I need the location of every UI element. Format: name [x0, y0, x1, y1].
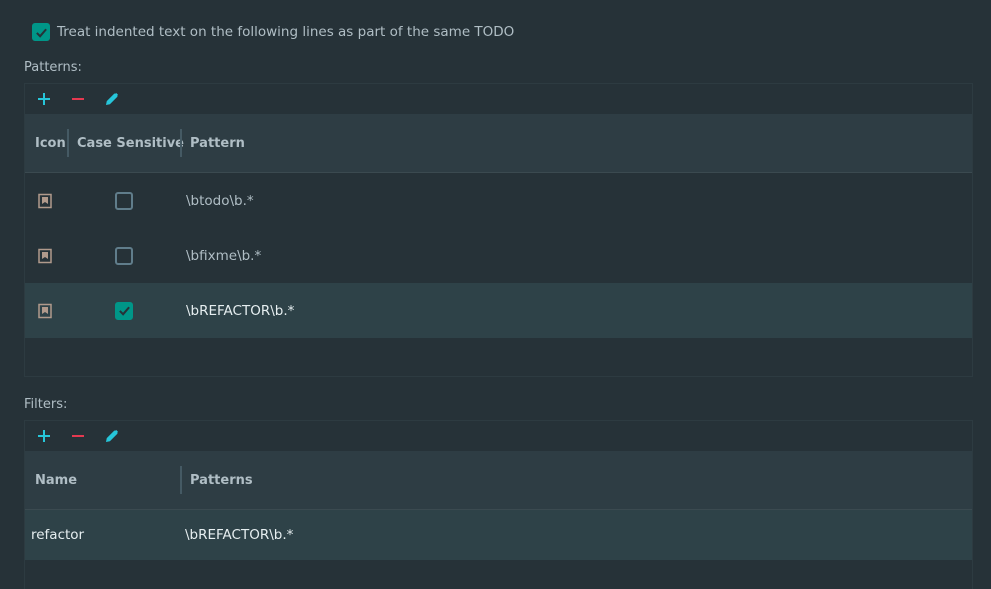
minus-icon	[72, 435, 84, 437]
column-header-case-sensitive[interactable]: Case Sensitive	[77, 114, 184, 173]
edit-pattern-button[interactable]	[103, 90, 121, 108]
edit-filter-button[interactable]	[103, 427, 121, 445]
pencil-icon	[105, 92, 119, 106]
add-pattern-button[interactable]	[35, 90, 53, 108]
pattern-row-refactor[interactable]: \bREFACTOR\b.*	[25, 283, 972, 338]
filters-toolbar	[25, 421, 972, 451]
patterns-panel: Icon Case Sensitive Pattern \btodo\b.* \…	[24, 83, 973, 377]
filters-panel: Name Patterns refactor \bREFACTOR\b.*	[24, 420, 973, 589]
case-sensitive-checkbox[interactable]	[115, 191, 133, 210]
column-resize-handle[interactable]	[67, 129, 69, 157]
checkmark-icon	[118, 306, 130, 316]
column-header-pattern[interactable]: Pattern	[190, 114, 245, 173]
pattern-row-todo[interactable]: \btodo\b.*	[25, 173, 972, 228]
pencil-icon	[105, 429, 119, 443]
pattern-text: \bREFACTOR\b.*	[186, 302, 295, 319]
todo-bookmark-icon	[38, 193, 52, 208]
filter-patterns: \bREFACTOR\b.*	[185, 527, 294, 543]
treat-indented-checkbox-row[interactable]: Treat indented text on the following lin…	[32, 23, 514, 41]
column-header-icon[interactable]: Icon	[35, 114, 66, 173]
plus-icon	[38, 430, 50, 442]
treat-indented-label: Treat indented text on the following lin…	[57, 24, 515, 40]
filter-row-refactor[interactable]: refactor \bREFACTOR\b.*	[25, 510, 972, 560]
checkmark-icon	[35, 28, 47, 38]
filters-section-label: Filters:	[24, 397, 68, 412]
todo-bookmark-icon	[38, 248, 52, 263]
plus-icon	[38, 93, 50, 105]
column-header-patterns[interactable]: Patterns	[190, 451, 253, 510]
pattern-row-fixme[interactable]: \bfixme\b.*	[25, 228, 972, 283]
pattern-text: \bfixme\b.*	[186, 247, 262, 264]
patterns-toolbar	[25, 84, 972, 114]
add-filter-button[interactable]	[35, 427, 53, 445]
pattern-text: \btodo\b.*	[186, 192, 254, 209]
todo-bookmark-icon	[38, 303, 52, 318]
treat-indented-checkbox[interactable]	[32, 23, 50, 41]
column-resize-handle[interactable]	[180, 466, 182, 494]
column-resize-handle[interactable]	[180, 129, 182, 157]
filters-table-header: Name Patterns	[25, 451, 972, 510]
remove-filter-button[interactable]	[69, 427, 87, 445]
case-sensitive-checkbox[interactable]	[115, 246, 133, 265]
filter-name: refactor	[31, 527, 85, 543]
remove-pattern-button[interactable]	[69, 90, 87, 108]
case-sensitive-checkbox[interactable]	[115, 301, 133, 320]
column-header-name[interactable]: Name	[35, 451, 77, 510]
patterns-table-header: Icon Case Sensitive Pattern	[25, 114, 972, 173]
minus-icon	[72, 98, 84, 100]
patterns-section-label: Patterns:	[24, 60, 82, 75]
